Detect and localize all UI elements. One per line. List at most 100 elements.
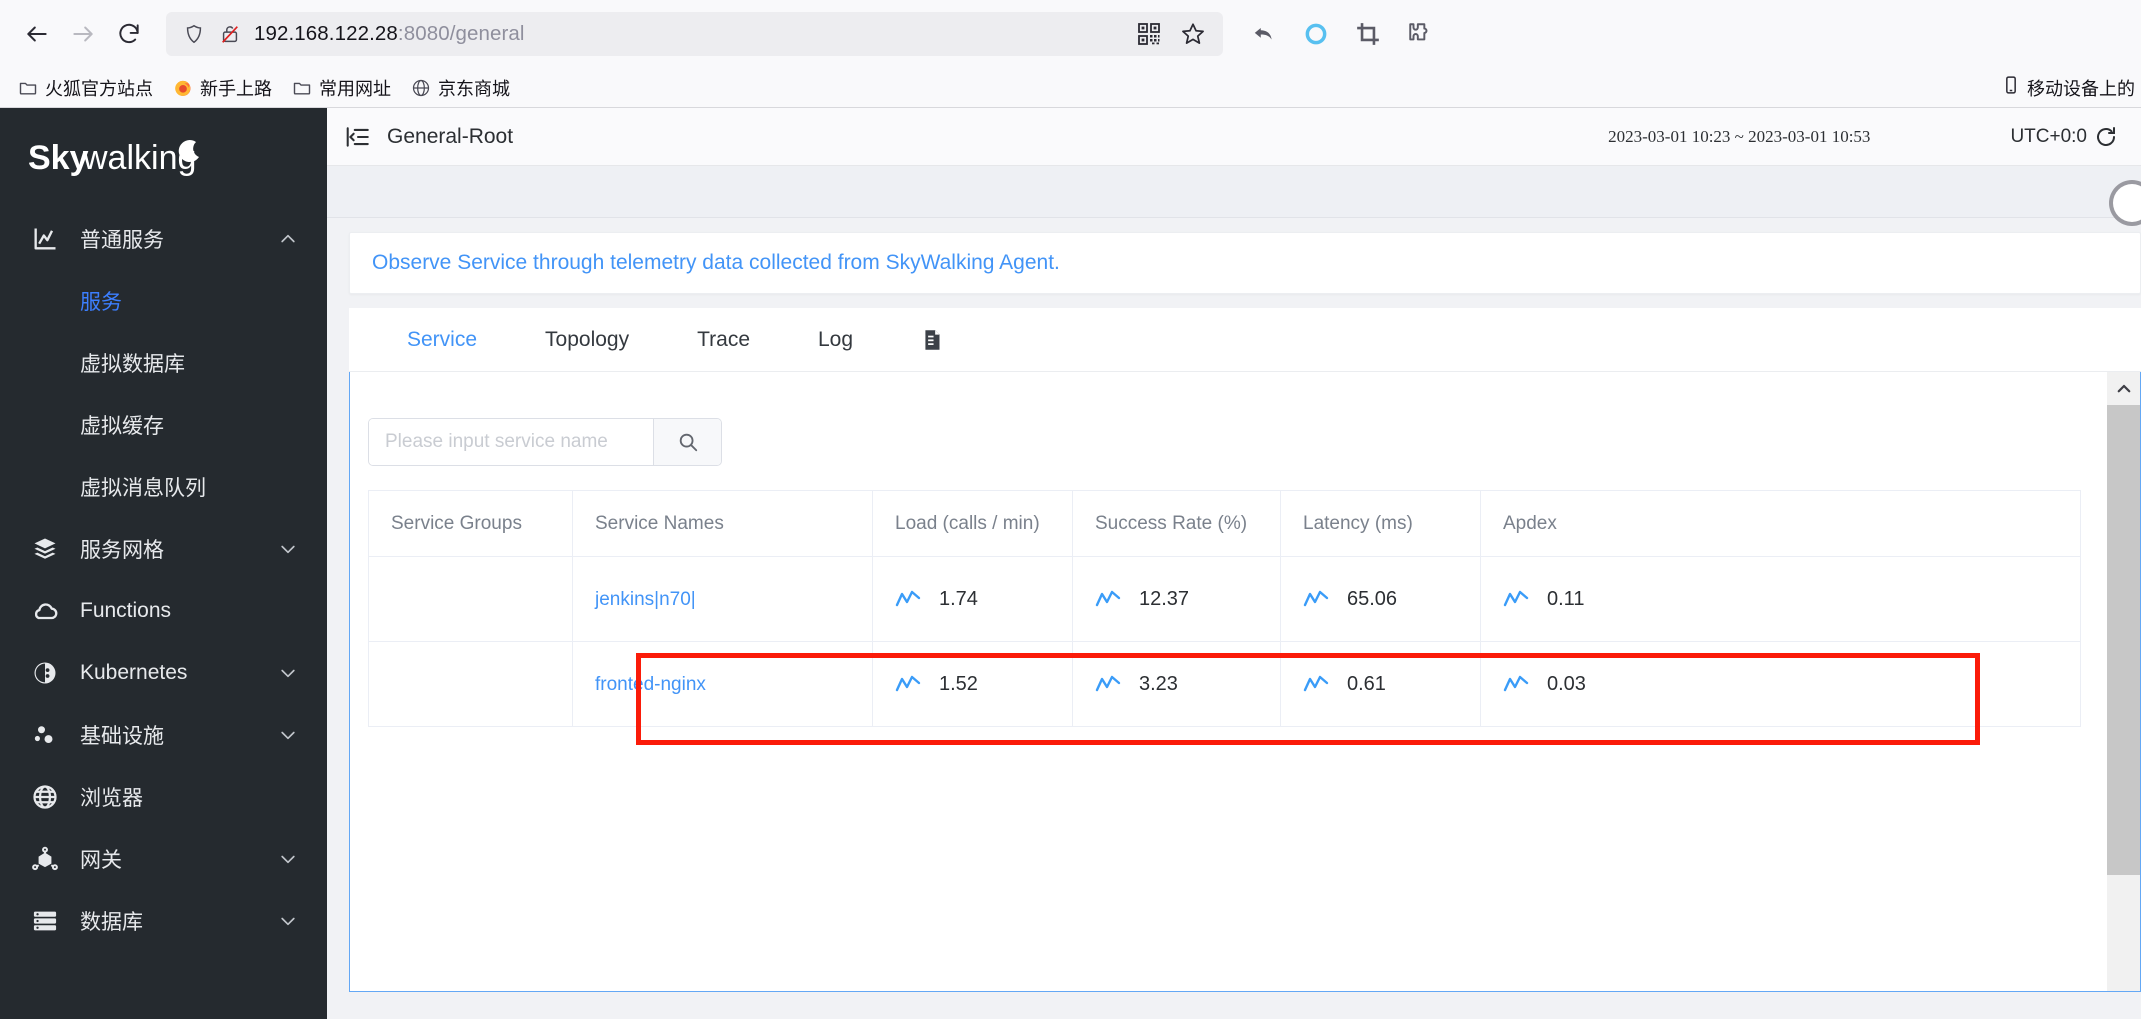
sidebar-item-database[interactable]: 数据库	[0, 890, 327, 952]
sparkline-icon[interactable]	[1503, 674, 1529, 694]
column-service-names[interactable]: Service Names	[572, 490, 873, 557]
address-bar[interactable]: 192.168.122.28:8080/general	[166, 12, 1223, 56]
sparkline-icon[interactable]	[895, 589, 921, 609]
bookmark-item[interactable]: 常用网址	[284, 72, 399, 104]
sidebar-item-general-services[interactable]: 普通服务	[0, 208, 327, 270]
collapse-sidebar-icon[interactable]	[343, 122, 373, 152]
bookmark-item[interactable]: 新手上路	[165, 72, 280, 104]
tab-trace[interactable]: Trace	[663, 308, 784, 371]
sync-circle-icon[interactable]	[1293, 11, 1339, 57]
sparkline-icon[interactable]	[1303, 589, 1329, 609]
cell-service-name[interactable]: jenkins|n70|	[572, 556, 873, 642]
sidebar-item-label: 数据库	[80, 911, 143, 934]
crop-icon[interactable]	[1345, 11, 1391, 57]
sidebar-subitem-virtual-database[interactable]: 虚拟数据库	[0, 332, 327, 394]
chevron-down-icon[interactable]	[277, 724, 299, 746]
bookmarks-bar: 火狐官方站点 新手上路 常用网址 京东商城 移动设备上的	[0, 68, 2141, 108]
cell-apdex: 0.11	[1480, 556, 2081, 642]
chart-icon	[28, 222, 62, 256]
qr-code-icon[interactable]	[1129, 14, 1169, 54]
tab-label: Service	[407, 327, 478, 351]
sparkline-icon[interactable]	[1095, 674, 1121, 694]
search-input[interactable]	[369, 419, 653, 465]
extension-puzzle-icon[interactable]	[1397, 11, 1443, 57]
copy-dashboard-icon[interactable]	[911, 318, 955, 362]
sparkline-icon[interactable]	[1303, 674, 1329, 694]
database-icon	[28, 904, 62, 938]
tab-service[interactable]: Service	[373, 308, 511, 371]
sidebar-item-browser[interactable]: 浏览器	[0, 766, 327, 828]
sidebar-item-functions[interactable]: Functions	[0, 580, 327, 642]
sidebar-item-gateway[interactable]: 网关	[0, 828, 327, 890]
reload-button[interactable]	[106, 11, 152, 57]
sparkline-icon[interactable]	[895, 674, 921, 694]
service-search[interactable]	[368, 418, 722, 466]
table-header-row: Service Groups Service Names Load (calls…	[368, 490, 2081, 557]
column-latency[interactable]: Latency (ms)	[1280, 490, 1481, 557]
sidebar-item-kubernetes[interactable]: Kubernetes	[0, 642, 327, 704]
service-link[interactable]: jenkins|n70|	[595, 589, 696, 610]
sparkline-icon[interactable]	[1503, 589, 1529, 609]
bookmark-item-mobile[interactable]: 移动设备上的	[2001, 75, 2135, 101]
bookmark-item[interactable]: 京东商城	[403, 72, 518, 104]
table-row[interactable]: fronted-nginx 1.52 3.23 0.61 0.03	[368, 641, 2081, 727]
chevron-down-icon[interactable]	[277, 848, 299, 870]
cell-service-name[interactable]: fronted-nginx	[572, 641, 873, 727]
panel-scrollbar[interactable]	[2107, 372, 2140, 991]
search-row	[368, 418, 2140, 466]
tab-label: Trace	[697, 327, 750, 351]
skywalking-logo[interactable]: Sky walking	[0, 108, 327, 202]
time-range-picker[interactable]: 2023-03-01 10:23 ~ 2023-03-01 10:53	[1608, 127, 1870, 147]
sidebar-item-infrastructure[interactable]: 基础设施	[0, 704, 327, 766]
sidebar: Sky walking 普通服务 服务 虚拟数据库 虚拟缓存 虚拟消息队列 服务…	[0, 108, 327, 1019]
bookmark-label: 移动设备上的	[2027, 78, 2135, 99]
service-link[interactable]: fronted-nginx	[595, 674, 706, 695]
undo-icon[interactable]	[1241, 11, 1287, 57]
back-button[interactable]	[14, 11, 60, 57]
tab-topology[interactable]: Topology	[511, 308, 663, 371]
sidebar-item-label: Kubernetes	[80, 661, 188, 684]
chevron-down-icon[interactable]	[277, 662, 299, 684]
column-success-rate[interactable]: Success Rate (%)	[1072, 490, 1281, 557]
folder-icon	[292, 78, 312, 98]
metric-value: 65.06	[1347, 587, 1398, 610]
sidebar-item-service-mesh[interactable]: 服务网格	[0, 518, 327, 580]
tab-label: Topology	[545, 327, 630, 351]
chevron-up-icon[interactable]	[277, 228, 299, 250]
forward-button[interactable]	[60, 11, 106, 57]
url-text: 192.168.122.28:8080/general	[254, 22, 525, 45]
scrollbar-thumb[interactable]	[2107, 405, 2140, 875]
sidebar-subitem-virtual-cache[interactable]: 虚拟缓存	[0, 394, 327, 456]
search-button[interactable]	[653, 419, 721, 465]
cell-load: 1.74	[872, 556, 1073, 642]
bookmark-label: 火狐官方站点	[45, 78, 153, 99]
content-area: Observe Service through telemetry data c…	[327, 218, 2141, 1019]
column-apdex[interactable]: Apdex	[1480, 490, 2081, 557]
app-subbar	[327, 166, 2141, 226]
scroll-up-arrow-icon[interactable]	[2107, 372, 2140, 405]
sidebar-subitem-virtual-mq[interactable]: 虚拟消息队列	[0, 456, 327, 518]
skywalking-app: Sky walking 普通服务 服务 虚拟数据库 虚拟缓存 虚拟消息队列 服务…	[0, 108, 2141, 1019]
column-service-groups[interactable]: Service Groups	[368, 490, 573, 557]
sidebar-item-label: 服务网格	[80, 539, 164, 562]
sidebar-subitem-services[interactable]: 服务	[0, 270, 327, 332]
folder-icon	[18, 78, 38, 98]
cell-service-group	[368, 556, 573, 642]
tab-log[interactable]: Log	[784, 308, 887, 371]
chevron-down-icon[interactable]	[277, 910, 299, 932]
browser-toolbar-actions	[1241, 11, 1443, 57]
bookmark-item[interactable]: 火狐官方站点	[10, 72, 161, 104]
metric-value: 12.37	[1139, 587, 1190, 610]
browser-window: 192.168.122.28:8080/general 火狐官方站点 新手上路 …	[0, 0, 2141, 1019]
cell-load: 1.52	[872, 641, 1073, 727]
main-area: General-Root 2023-03-01 10:23 ~ 2023-03-…	[327, 108, 2141, 1019]
column-load[interactable]: Load (calls / min)	[872, 490, 1073, 557]
bookmark-star-icon[interactable]	[1173, 14, 1213, 54]
page-description-banner: Observe Service through telemetry data c…	[349, 232, 2141, 294]
table-row[interactable]: jenkins|n70| 1.74 12.37 65.06 0.11	[368, 556, 2081, 642]
browser-nav-bar: 192.168.122.28:8080/general	[0, 0, 2141, 68]
chevron-down-icon[interactable]	[277, 538, 299, 560]
sidebar-subitem-label: 虚拟消息队列	[80, 477, 206, 500]
sparkline-icon[interactable]	[1095, 589, 1121, 609]
refresh-icon[interactable]	[2093, 124, 2119, 150]
